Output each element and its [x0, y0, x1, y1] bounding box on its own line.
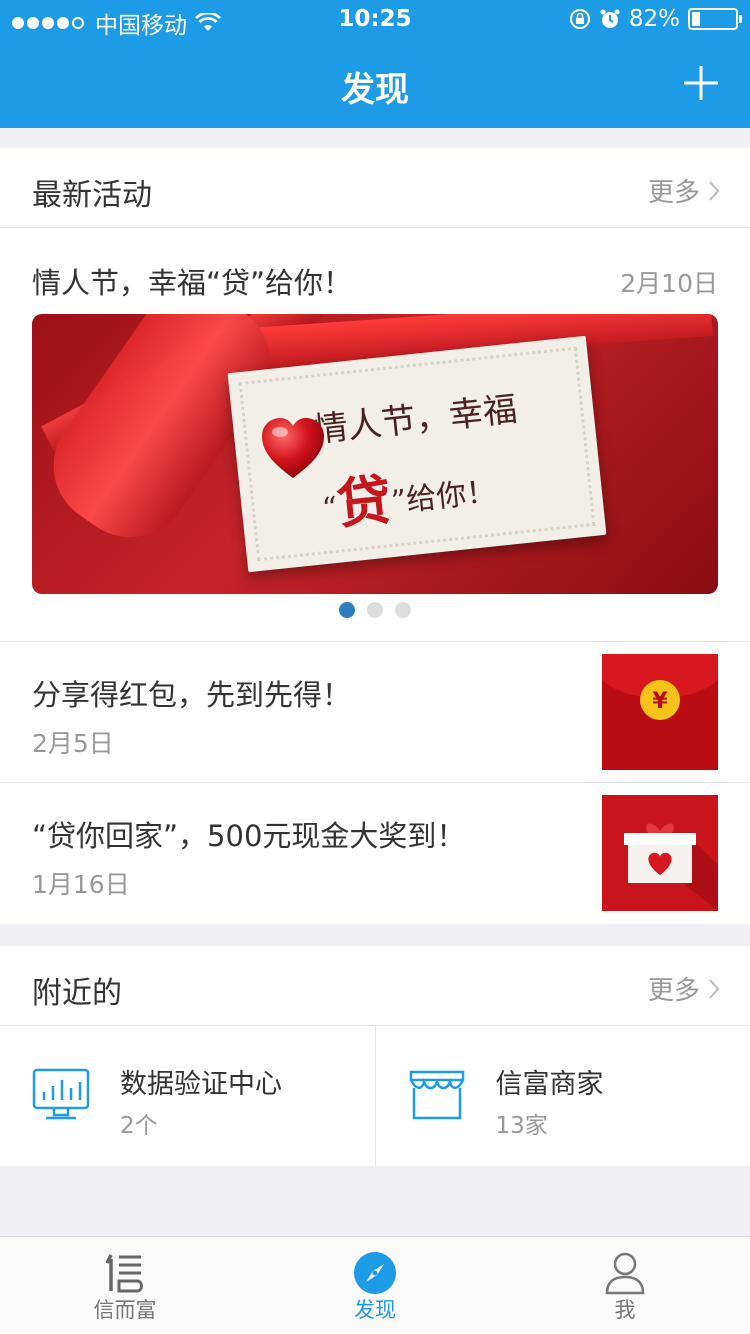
tab-bar: 信而富 发现 我 [0, 1236, 750, 1334]
svg-text:¥: ¥ [652, 689, 668, 714]
compass-icon [354, 1252, 396, 1294]
more-label: 更多 [647, 178, 700, 208]
nearby-count: 2个 [120, 1113, 158, 1139]
navigation-bar: 发现 [0, 40, 750, 128]
pager-dot[interactable] [395, 602, 411, 618]
nearby-grid: 数据验证中心 2个 信富商家 13家 [0, 1026, 750, 1166]
status-bar: 中国移动 10:25 82% [0, 0, 750, 40]
nearby-more-link[interactable]: 更多 [648, 970, 720, 1007]
add-button[interactable] [682, 64, 720, 102]
tab-label: 我 [614, 1298, 636, 1322]
activity-title: 分享得红包，先到先得！ [32, 678, 352, 712]
battery-icon [688, 8, 742, 30]
nearby-header: 附近的 更多 [0, 946, 750, 1026]
valentine-banner-image[interactable]: 情人节，幸福 “贷”给你！ [32, 314, 718, 594]
tab-me[interactable]: 我 [500, 1237, 750, 1334]
person-icon [605, 1252, 645, 1295]
monitor-chart-icon [32, 1068, 90, 1120]
heart-icon [262, 418, 324, 478]
tab-label: 发现 [354, 1298, 396, 1322]
xin-logo-icon [105, 1254, 143, 1293]
nearby-title: 附近的 [32, 976, 122, 1011]
nearby-count: 13家 [495, 1113, 548, 1139]
alarm-icon [600, 9, 620, 28]
nearby-name: 数据验证中心 [120, 1069, 282, 1100]
pager-dot-active[interactable] [339, 602, 355, 618]
page-title: 发现 [341, 70, 409, 110]
nearby-section: 附近的 更多 数据验证中心 2个 信富商家 13家 [0, 946, 750, 1166]
featured-activity[interactable]: 情人节，幸福“贷”给你！ 2月10日 情人节，幸福 “贷”给你！ [0, 228, 750, 642]
tab-xinerfu[interactable]: 信而富 [0, 1237, 250, 1334]
battery-percentage: 82% [628, 6, 680, 32]
banner-dai: 贷 [333, 467, 395, 537]
activities-header: 最新活动 更多 [0, 148, 750, 228]
more-label: 更多 [647, 976, 700, 1006]
rotation-lock-icon [569, 9, 590, 29]
activity-title: “贷你回家”，500元现金大奖到！ [32, 819, 466, 853]
store-icon [409, 1070, 464, 1120]
tab-label: 信而富 [93, 1298, 157, 1322]
nearby-item-data-center[interactable]: 数据验证中心 2个 [0, 1026, 375, 1166]
top-bar: 中国移动 10:25 82% 发现 [0, 0, 750, 128]
activity-date: 1月16日 [32, 870, 130, 899]
tab-discover[interactable]: 发现 [250, 1237, 500, 1334]
nearby-item-merchants[interactable]: 信富商家 13家 [374, 1026, 750, 1166]
featured-title: 情人节，幸福“贷”给你！ [32, 266, 353, 300]
pager-dot[interactable] [367, 602, 383, 618]
chevron-right-icon [709, 180, 720, 201]
gift-box-icon [602, 795, 718, 911]
red-envelope-icon: ¥ [602, 654, 718, 770]
banner-pager [0, 602, 750, 618]
activity-item[interactable]: 分享得红包，先到先得！ 2月5日 ¥ [0, 642, 750, 783]
featured-date: 2月10日 [620, 269, 718, 298]
activity-date: 2月5日 [32, 729, 114, 758]
activities-more-link[interactable]: 更多 [648, 172, 720, 209]
activities-section: 最新活动 更多 情人节，幸福“贷”给你！ 2月10日 情人节，幸福 “贷”给你！ [0, 148, 750, 924]
activity-item[interactable]: “贷你回家”，500元现金大奖到！ 1月16日 [0, 783, 750, 924]
chevron-right-icon [709, 978, 720, 999]
nearby-name: 信富商家 [495, 1069, 604, 1100]
activities-title: 最新活动 [32, 178, 152, 213]
